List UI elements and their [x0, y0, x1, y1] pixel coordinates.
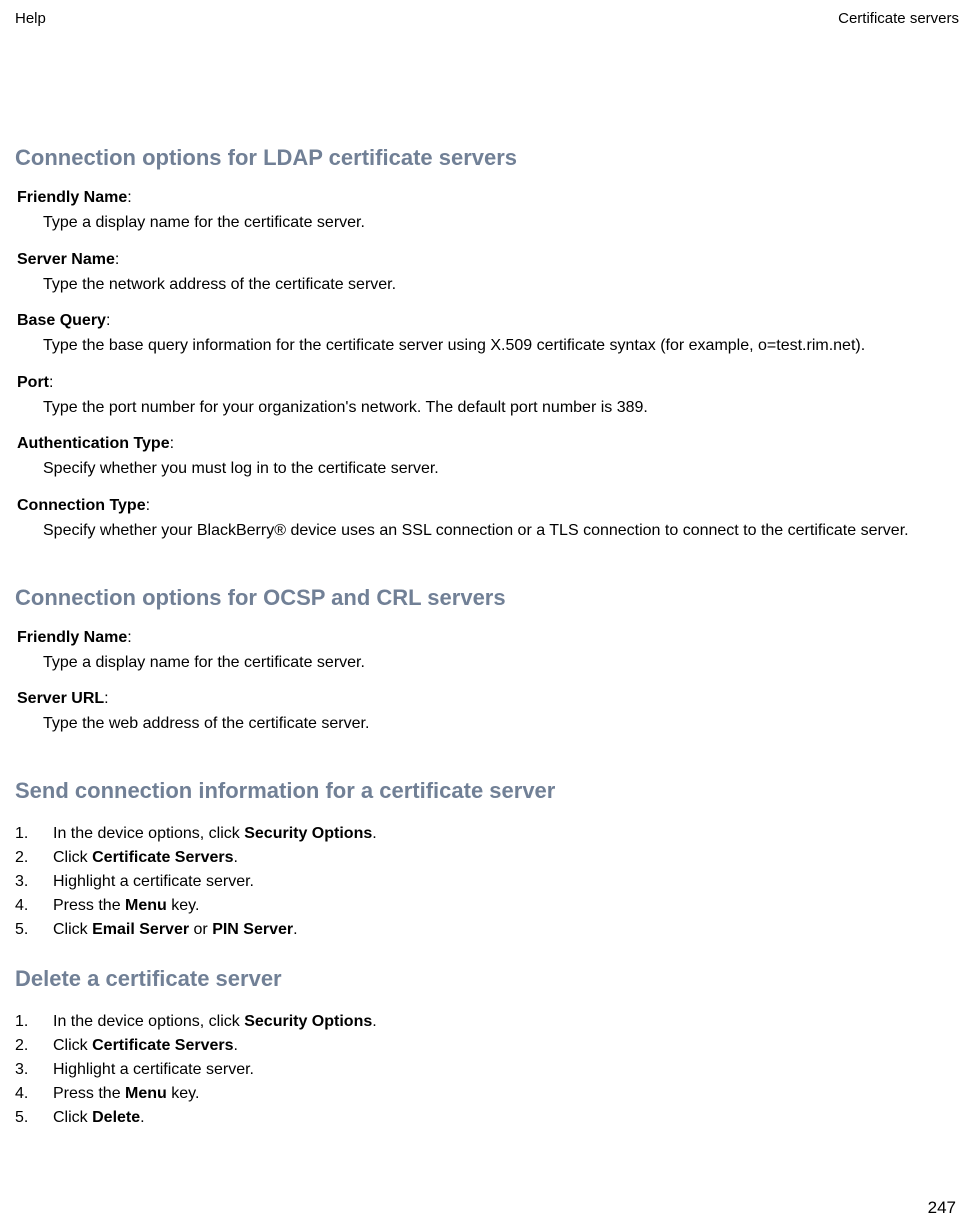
- step-bold: Menu: [125, 897, 167, 914]
- step-item: Click Delete.: [15, 1106, 959, 1130]
- step-bold: Email Server: [92, 921, 189, 938]
- step-bold: Delete: [92, 1109, 140, 1126]
- step-text: Highlight a certificate server.: [53, 873, 254, 890]
- step-text: or: [189, 921, 212, 938]
- desc-friendly-name-2: Type a display name for the certificate …: [43, 652, 959, 674]
- desc-server-name: Type the network address of the certific…: [43, 274, 959, 296]
- step-bold: Security Options: [244, 825, 372, 842]
- desc-conn-type: Specify whether your BlackBerry® device …: [43, 520, 959, 542]
- step-text: In the device options, click: [53, 1013, 244, 1030]
- step-bold: Certificate Servers: [92, 1037, 233, 1054]
- step-item: In the device options, click Security Op…: [15, 822, 959, 846]
- term-conn-type: Connection Type: [17, 497, 146, 514]
- step-text: key.: [167, 897, 200, 914]
- heading-ocsp-crl: Connection options for OCSP and CRL serv…: [15, 585, 959, 611]
- step-bold: Menu: [125, 1085, 167, 1102]
- step-item: Highlight a certificate server.: [15, 870, 959, 894]
- section-ldap: Connection options for LDAP certificate …: [15, 145, 959, 542]
- term-port: Port: [17, 374, 49, 391]
- step-text: Click: [53, 849, 92, 866]
- step-item: Press the Menu key.: [15, 894, 959, 918]
- heading-delete: Delete a certificate server: [15, 966, 959, 992]
- step-text: In the device options, click: [53, 825, 244, 842]
- page-number: 247: [928, 1198, 956, 1218]
- step-item: Click Certificate Servers.: [15, 846, 959, 870]
- step-bold: Certificate Servers: [92, 849, 233, 866]
- step-bold: Security Options: [244, 1013, 372, 1030]
- step-text: Click: [53, 1109, 92, 1126]
- step-item: In the device options, click Security Op…: [15, 1010, 959, 1034]
- heading-ldap: Connection options for LDAP certificate …: [15, 145, 959, 171]
- term-friendly-name-2: Friendly Name: [17, 629, 127, 646]
- step-text: Press the: [53, 1085, 125, 1102]
- heading-send-info: Send connection information for a certif…: [15, 778, 959, 804]
- desc-auth-type: Specify whether you must log in to the c…: [43, 458, 959, 480]
- desc-base-query: Type the base query information for the …: [43, 335, 959, 357]
- step-text: Press the: [53, 897, 125, 914]
- term-friendly-name: Friendly Name: [17, 189, 127, 206]
- step-text: Click: [53, 921, 92, 938]
- step-text: key.: [167, 1085, 200, 1102]
- term-server-url: Server URL: [17, 690, 104, 707]
- section-send-info: Send connection information for a certif…: [15, 778, 959, 942]
- step-text: Click: [53, 1037, 92, 1054]
- desc-port: Type the port number for your organizati…: [43, 397, 959, 419]
- term-base-query: Base Query: [17, 312, 106, 329]
- step-item: Press the Menu key.: [15, 1082, 959, 1106]
- section-ocsp-crl: Connection options for OCSP and CRL serv…: [15, 585, 959, 735]
- step-item: Highlight a certificate server.: [15, 1058, 959, 1082]
- term-server-name: Server Name: [17, 251, 115, 268]
- desc-server-url: Type the web address of the certificate …: [43, 713, 959, 735]
- term-auth-type: Authentication Type: [17, 435, 170, 452]
- step-item: Click Email Server or PIN Server.: [15, 918, 959, 942]
- step-item: Click Certificate Servers.: [15, 1034, 959, 1058]
- header-right: Certificate servers: [838, 10, 959, 27]
- step-text: Highlight a certificate server.: [53, 1061, 254, 1078]
- step-bold: PIN Server: [212, 921, 293, 938]
- desc-friendly-name: Type a display name for the certificate …: [43, 212, 959, 234]
- section-delete: Delete a certificate server In the devic…: [15, 966, 959, 1130]
- header-left: Help: [15, 10, 46, 27]
